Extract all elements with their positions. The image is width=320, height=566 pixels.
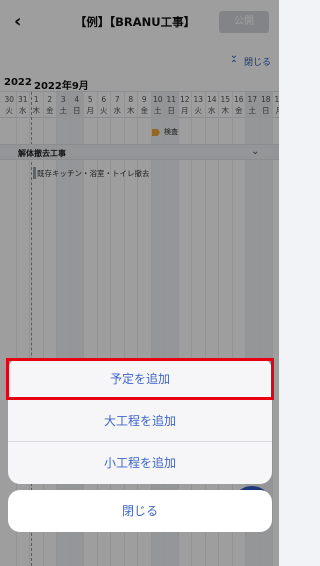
add-minor-process-button[interactable]: 小工程を追加 (8, 442, 272, 484)
add-major-process-button[interactable]: 大工程を追加 (8, 400, 272, 442)
close-button[interactable]: 閉じる (8, 490, 272, 532)
schedule-screen: ‹ 【例】【BRANU工事】 公開 ⌄ ⌃ 閉じる 2022 2022年9月 30… (0, 0, 279, 566)
highlight-box (6, 358, 274, 400)
